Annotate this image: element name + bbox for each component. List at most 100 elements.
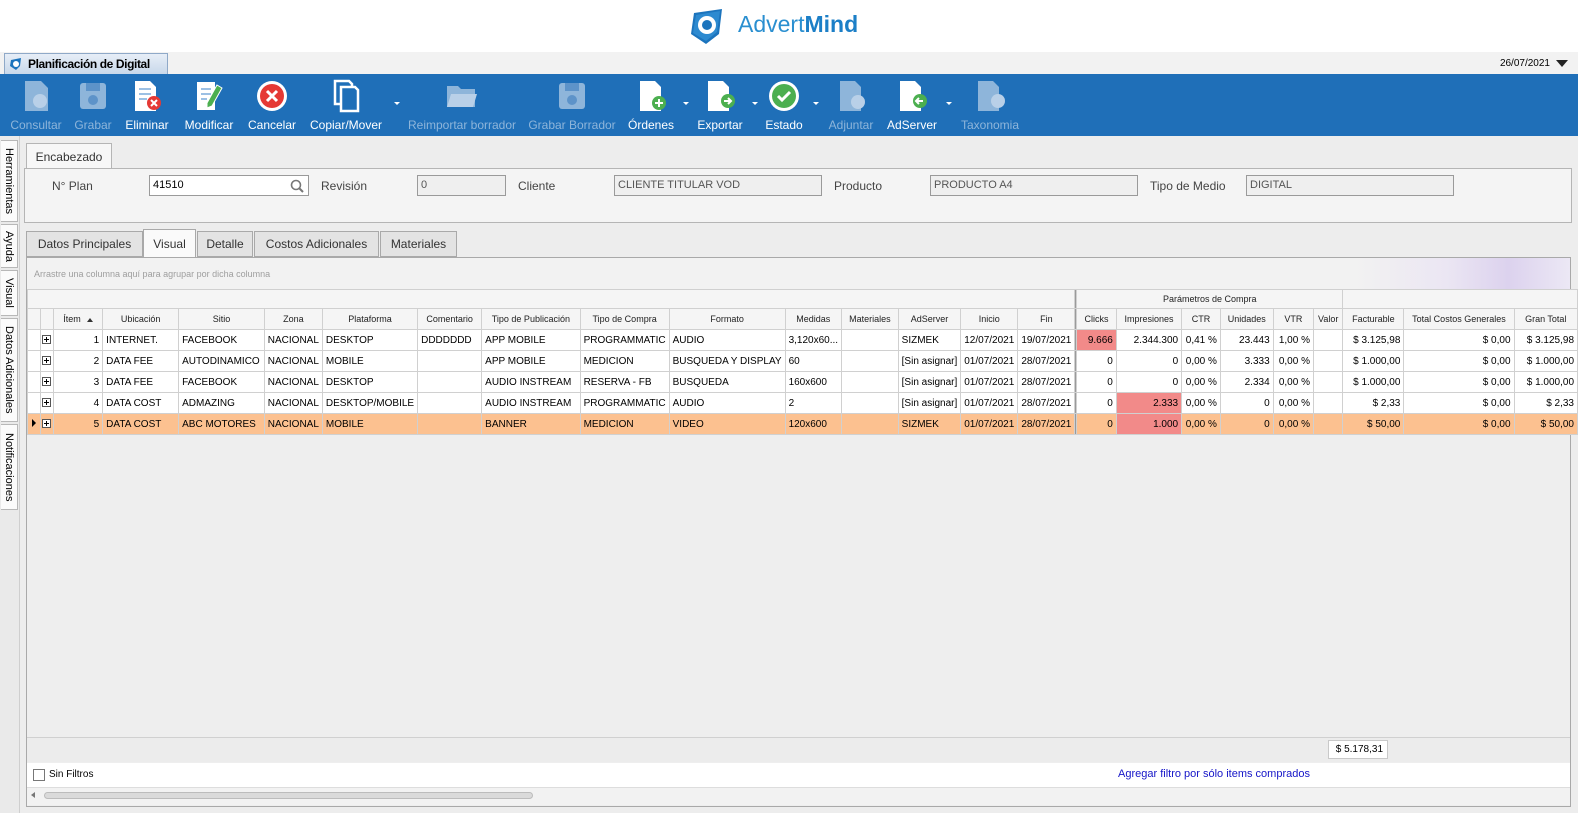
cell-facturable[interactable]: $ 1.000,00	[1342, 350, 1405, 372]
cell-clicks[interactable]: 0	[1076, 392, 1117, 414]
tab-datos-principales[interactable]: Datos Principales	[26, 231, 143, 257]
col-adserver[interactable]: AdServer	[897, 308, 962, 330]
cell-tipo-pub[interactable]: AUDIO INSTREAM	[481, 371, 581, 393]
plan-number-field[interactable]: 41510	[149, 175, 309, 196]
cell-fin[interactable]: 28/07/2021	[1017, 371, 1076, 393]
cell-gran-total[interactable]: $ 3.125,98	[1513, 329, 1578, 351]
ordenes-button[interactable]: Órdenes	[628, 74, 674, 136]
estado-dropdown-icon[interactable]	[813, 102, 819, 105]
cell-costos[interactable]: $ 0,00	[1403, 413, 1515, 435]
scroll-left-icon[interactable]	[31, 792, 35, 798]
col-zona[interactable]: Zona	[263, 308, 323, 330]
col-gran-total[interactable]: Gran Total	[1513, 308, 1578, 330]
cell-formato[interactable]: BUSQUEDA	[668, 371, 786, 393]
cell-zona[interactable]: NACIONAL	[263, 371, 323, 393]
cell-valor[interactable]	[1312, 350, 1344, 372]
col-medidas[interactable]: Medidas	[784, 308, 843, 330]
cell-costos[interactable]: $ 0,00	[1403, 392, 1515, 414]
tab-encabezado[interactable]: Encabezado	[26, 143, 112, 169]
col-materiales[interactable]: Materiales	[841, 308, 899, 330]
col-tipo-publicacion[interactable]: Tipo de Publicación	[481, 308, 581, 330]
cell-impresiones[interactable]: 2.344.300	[1115, 329, 1183, 351]
cell-facturable[interactable]: $ 1.000,00	[1342, 371, 1405, 393]
cell-tipo-compra[interactable]: PROGRAMMATIC	[579, 392, 670, 414]
cell-adserver[interactable]: SIZMEK	[897, 329, 962, 351]
cell-plataforma[interactable]: DESKTOP/MOBILE	[321, 392, 419, 414]
col-clicks[interactable]: Clicks	[1076, 308, 1117, 330]
cell-valor[interactable]	[1312, 371, 1344, 393]
cell-inicio[interactable]: 01/07/2021	[960, 413, 1019, 435]
cell-comentario[interactable]: DDDDDDD	[417, 329, 483, 351]
cell-zona[interactable]: NACIONAL	[263, 413, 323, 435]
cell-plataforma[interactable]: MOBILE	[321, 350, 419, 372]
cell-vtr[interactable]: 0,00 %	[1272, 371, 1314, 393]
cell-impresiones[interactable]: 1.000	[1115, 413, 1183, 435]
cancelar-button[interactable]: Cancelar	[248, 74, 296, 136]
col-tipo-compra[interactable]: Tipo de Compra	[579, 308, 670, 330]
cell-ubicacion[interactable]: DATA FEE	[102, 350, 180, 372]
expand-row-button[interactable]	[39, 392, 54, 414]
cell-tipo-pub[interactable]: AUDIO INSTREAM	[481, 392, 581, 414]
cell-vtr[interactable]: 0,00 %	[1272, 392, 1314, 414]
cell-comentario[interactable]	[417, 392, 483, 414]
col-formato[interactable]: Formato	[668, 308, 786, 330]
cell-sitio[interactable]: FACEBOOK	[178, 371, 265, 393]
cell-inicio[interactable]: 01/07/2021	[960, 350, 1019, 372]
cell-inicio[interactable]: 01/07/2021	[960, 371, 1019, 393]
expand-row-button[interactable]	[39, 329, 54, 351]
cell-valor[interactable]	[1312, 329, 1344, 351]
col-fin[interactable]: Fin	[1017, 308, 1076, 330]
col-ubicacion[interactable]: Ubicación	[102, 308, 180, 330]
cell-tipo-compra[interactable]: RESERVA - FB	[579, 371, 670, 393]
col-valor[interactable]: Valor	[1312, 308, 1344, 330]
cell-adserver[interactable]: [Sin asignar]	[897, 392, 962, 414]
cell-fin[interactable]: 19/07/2021	[1017, 329, 1076, 351]
date-selector[interactable]: 26/07/2021	[1500, 58, 1568, 69]
cell-adserver[interactable]: SIZMEK	[897, 413, 962, 435]
copiar-mover-button[interactable]: Copiar/Mover	[308, 74, 384, 136]
cell-formato[interactable]: BUSQUEDA Y DISPLAY	[668, 350, 786, 372]
cell-item[interactable]: 2	[52, 350, 104, 372]
cell-gran-total[interactable]: $ 1.000,00	[1513, 350, 1578, 372]
cell-gran-total[interactable]: $ 1.000,00	[1513, 371, 1578, 393]
table-row[interactable]: 5 DATA COST ABC MOTORES NACIONAL MOBILE BANNE…	[27, 413, 1578, 435]
side-tab-visual[interactable]: Visual	[1, 270, 18, 316]
cell-materiales[interactable]	[841, 350, 899, 372]
cell-valor[interactable]	[1312, 392, 1344, 414]
cell-comentario[interactable]	[417, 371, 483, 393]
cell-fin[interactable]: 28/07/2021	[1017, 413, 1076, 435]
cell-formato[interactable]: AUDIO	[668, 392, 786, 414]
cell-item[interactable]: 5	[52, 413, 104, 435]
col-facturable[interactable]: Facturable	[1342, 308, 1405, 330]
exportar-dropdown-icon[interactable]	[752, 102, 758, 105]
col-inicio[interactable]: Inicio	[960, 308, 1019, 330]
eliminar-button[interactable]: Eliminar	[124, 74, 170, 136]
cell-ctr[interactable]: 0,00 %	[1181, 371, 1221, 393]
cell-clicks[interactable]: 0	[1076, 413, 1117, 435]
reimportar-borrador-button[interactable]: Reimportar borrador	[408, 74, 516, 136]
cell-impresiones[interactable]: 2.333	[1115, 392, 1183, 414]
side-tab-herramientas[interactable]: Herramientas	[1, 140, 18, 222]
group-by-area[interactable]: Arrastre una columna aquí para agrupar p…	[27, 258, 1570, 289]
table-row[interactable]: 1 INTERNET. FACEBOOK NACIONAL DESKTOP DDDDDDD…	[27, 329, 1578, 351]
cell-facturable[interactable]: $ 3.125,98	[1342, 329, 1405, 351]
cell-formato[interactable]: VIDEO	[668, 413, 786, 435]
add-filter-link[interactable]: Agregar filtro por sólo items comprados	[1118, 768, 1310, 780]
expand-row-button[interactable]	[39, 413, 54, 435]
adserver-button[interactable]: AdServer	[887, 74, 937, 136]
cell-unidades[interactable]: 3.333	[1219, 350, 1274, 372]
cell-unidades[interactable]: 2.334	[1219, 371, 1274, 393]
col-impresiones[interactable]: Impresiones	[1115, 308, 1183, 330]
cell-ubicacion[interactable]: DATA FEE	[102, 371, 180, 393]
cell-impresiones[interactable]: 0	[1115, 371, 1183, 393]
expand-row-button[interactable]	[39, 371, 54, 393]
cell-sitio[interactable]: ABC MOTORES	[178, 413, 265, 435]
cell-ubicacion[interactable]: DATA COST	[102, 413, 180, 435]
search-icon[interactable]	[290, 179, 304, 193]
cell-sitio[interactable]: AUTODINAMICO	[178, 350, 265, 372]
col-plataforma[interactable]: Plataforma	[321, 308, 419, 330]
table-row[interactable]: 2 DATA FEE AUTODINAMICO NACIONAL MOBILE APP M…	[27, 350, 1578, 372]
cell-medidas[interactable]: 160x600	[784, 371, 843, 393]
tab-visual[interactable]: Visual	[143, 229, 196, 257]
cell-gran-total[interactable]: $ 2,33	[1513, 392, 1578, 414]
